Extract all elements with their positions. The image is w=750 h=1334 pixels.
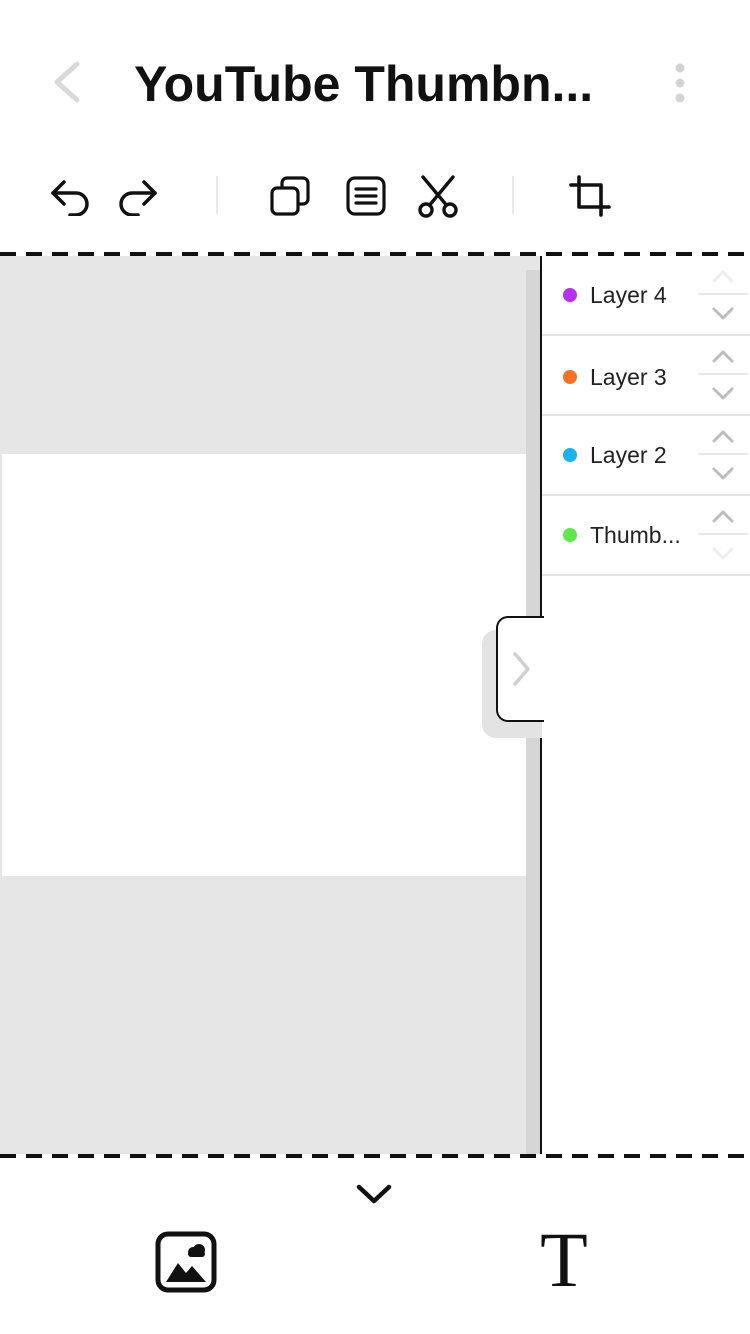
chevron-up-icon: [712, 430, 734, 443]
order-divider: [698, 373, 748, 375]
layer-color-dot: [563, 448, 577, 462]
canvas-border-bottom: [0, 1154, 750, 1158]
design-canvas[interactable]: [2, 454, 526, 876]
layers-panel: Layer 4 Layer 3 Layer 2 Thumb...: [540, 256, 750, 1154]
layer-name: Thumb...: [590, 522, 681, 548]
collapse-layers-button[interactable]: [496, 616, 544, 722]
crop-icon: [569, 175, 611, 217]
more-options-button[interactable]: [660, 60, 700, 106]
toolbar-divider: [216, 176, 218, 214]
layer-name: Layer 4: [590, 282, 667, 308]
chevron-down-icon: [712, 307, 734, 320]
undo-button[interactable]: [44, 170, 96, 222]
back-button[interactable]: [40, 56, 92, 108]
redo-icon: [119, 180, 157, 216]
layer-row[interactable]: Layer 4: [542, 256, 750, 336]
chevron-right-icon: [513, 652, 530, 686]
text-properties-button[interactable]: [340, 170, 392, 222]
order-divider: [698, 453, 748, 455]
app-header: YouTube Thumbn...: [0, 0, 750, 160]
duplicate-icon: [270, 176, 310, 216]
move-layer-up-button[interactable]: [698, 258, 748, 294]
layer-row[interactable]: Layer 3: [542, 336, 750, 416]
layer-name: Layer 3: [590, 364, 667, 390]
layer-color-dot: [563, 528, 577, 542]
order-divider: [698, 533, 748, 535]
redo-button[interactable]: [112, 170, 164, 222]
image-icon: [155, 1231, 217, 1293]
chevron-down-icon: [712, 387, 734, 400]
move-layer-down-button[interactable]: [698, 456, 748, 492]
layer-row[interactable]: Thumb...: [542, 496, 750, 576]
order-divider: [698, 293, 748, 295]
page-title: YouTube Thumbn...: [134, 56, 594, 112]
chevron-up-icon: [712, 350, 734, 363]
layer-color-dot: [563, 288, 577, 302]
chevron-up-icon: [712, 270, 734, 283]
move-layer-down-button[interactable]: [698, 376, 748, 412]
chevron-left-icon: [54, 61, 80, 103]
chevron-up-icon: [712, 510, 734, 523]
layer-color-dot: [563, 370, 577, 384]
move-layer-up-button[interactable]: [698, 418, 748, 454]
undo-icon: [51, 180, 89, 216]
toggle-bottom-panel-button[interactable]: [350, 1176, 398, 1212]
toolbar-divider: [512, 176, 514, 214]
scissors-icon: [418, 175, 458, 218]
move-layer-up-button[interactable]: [698, 498, 748, 534]
text-align-icon: [346, 176, 386, 216]
add-image-button[interactable]: [152, 1228, 220, 1296]
chevron-down-icon: [356, 1184, 392, 1204]
layer-row[interactable]: Layer 2: [542, 416, 750, 496]
duplicate-button[interactable]: [264, 170, 316, 222]
move-layer-up-button[interactable]: [698, 338, 748, 374]
crop-button[interactable]: [564, 170, 616, 222]
layer-name: Layer 2: [590, 442, 667, 468]
add-text-button[interactable]: T: [530, 1221, 598, 1299]
edit-toolbar: [0, 160, 750, 232]
chevron-down-icon: [712, 547, 734, 560]
chevron-down-icon: [712, 467, 734, 480]
move-layer-down-button[interactable]: [698, 536, 748, 572]
move-layer-down-button[interactable]: [698, 296, 748, 332]
cut-button[interactable]: [412, 170, 464, 222]
more-vertical-icon: [675, 63, 685, 103]
